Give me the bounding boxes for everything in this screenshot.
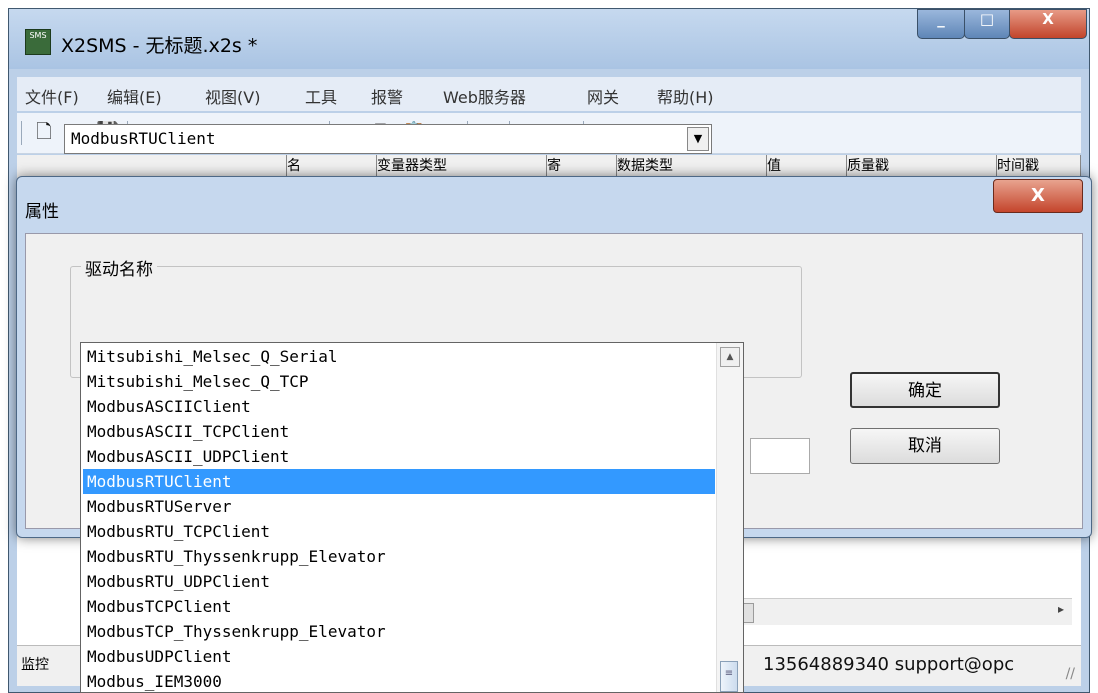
vscroll-thumb[interactable]: ≡ [720,661,738,692]
menu-help[interactable]: 帮助(H) [657,84,714,108]
new-file-icon[interactable]: 🗋 [31,119,57,145]
driver-select[interactable]: ModbusRTUClient ▼ [64,124,712,154]
list-item[interactable]: Mitsubishi_Melsec_Q_TCP [83,369,715,394]
list-item[interactable]: ModbusUDPClient [83,644,715,669]
list-item[interactable]: Modbus_IEM3000 [83,669,715,692]
list-item[interactable]: ModbusASCII_TCPClient [83,419,715,444]
list-item[interactable]: ModbusASCII_UDPClient [83,444,715,469]
list-item[interactable]: ModbusTCPClient [83,594,715,619]
driver-name-label: 驱动名称 [81,255,157,280]
list-item[interactable]: ModbusRTU_Thyssenkrupp_Elevator [83,544,715,569]
menu-edit[interactable]: 编辑(E) [107,84,162,108]
status-contact: 13564889340 support@opc [763,654,1015,675]
list-item[interactable]: ModbusRTU_UDPClient [83,569,715,594]
app-icon: SMS [25,29,51,55]
dialog-close-button[interactable]: X [993,179,1083,213]
driver-select-value: ModbusRTUClient [71,129,216,148]
text-field[interactable] [750,438,810,474]
list-item-selected[interactable]: ModbusRTUClient [83,469,715,494]
close-window-button[interactable]: X [1009,9,1087,39]
menu-bar: 文件(F) 编辑(E) 视图(V) 工具 报警 Web服务器 网关 帮助(H) [17,77,1081,111]
minimize-button[interactable]: _ [917,9,965,39]
menu-tools[interactable]: 工具 [305,84,337,108]
horizontal-scrollbar[interactable]: ▸ [740,598,1072,625]
list-item[interactable]: ModbusASCIIClient [83,394,715,419]
window-title: X2SMS - 无标题.x2s * [61,35,258,57]
dialog-title: 属性 [25,202,59,222]
menu-gateway[interactable]: 网关 [587,84,619,108]
list-item[interactable]: ModbusRTUServer [83,494,715,519]
scroll-right-icon[interactable]: ▸ [1058,602,1064,616]
maximize-button[interactable]: □ [964,9,1010,39]
vertical-scrollbar[interactable]: ▲ ≡ [716,343,743,692]
ok-button[interactable]: 确定 [850,372,1000,408]
menu-file[interactable]: 文件(F) [25,84,79,108]
list-item[interactable]: Mitsubishi_Melsec_Q_Serial [83,344,715,369]
status-monitor: 监控 [21,657,49,673]
menu-alarm[interactable]: 报警 [371,84,403,108]
menu-view[interactable]: 视图(V) [205,84,260,108]
list-item[interactable]: ModbusTCP_Thyssenkrupp_Elevator [83,619,715,644]
cancel-button[interactable]: 取消 [850,428,1000,464]
scroll-up-icon[interactable]: ▲ [720,347,740,367]
menu-web-server[interactable]: Web服务器 [443,84,526,108]
driver-dropdown-list[interactable]: Mitsubishi_Melsec_Q_Serial Mitsubishi_Me… [80,342,744,693]
list-item[interactable]: ModbusRTU_TCPClient [83,519,715,544]
title-bar[interactable]: SMS X2SMS - 无标题.x2s * _ □ X [9,9,1089,69]
toolbar-separator [21,121,22,145]
dropdown-arrow-icon[interactable]: ▼ [687,127,709,151]
resize-grip-icon[interactable]: // [1066,666,1075,682]
